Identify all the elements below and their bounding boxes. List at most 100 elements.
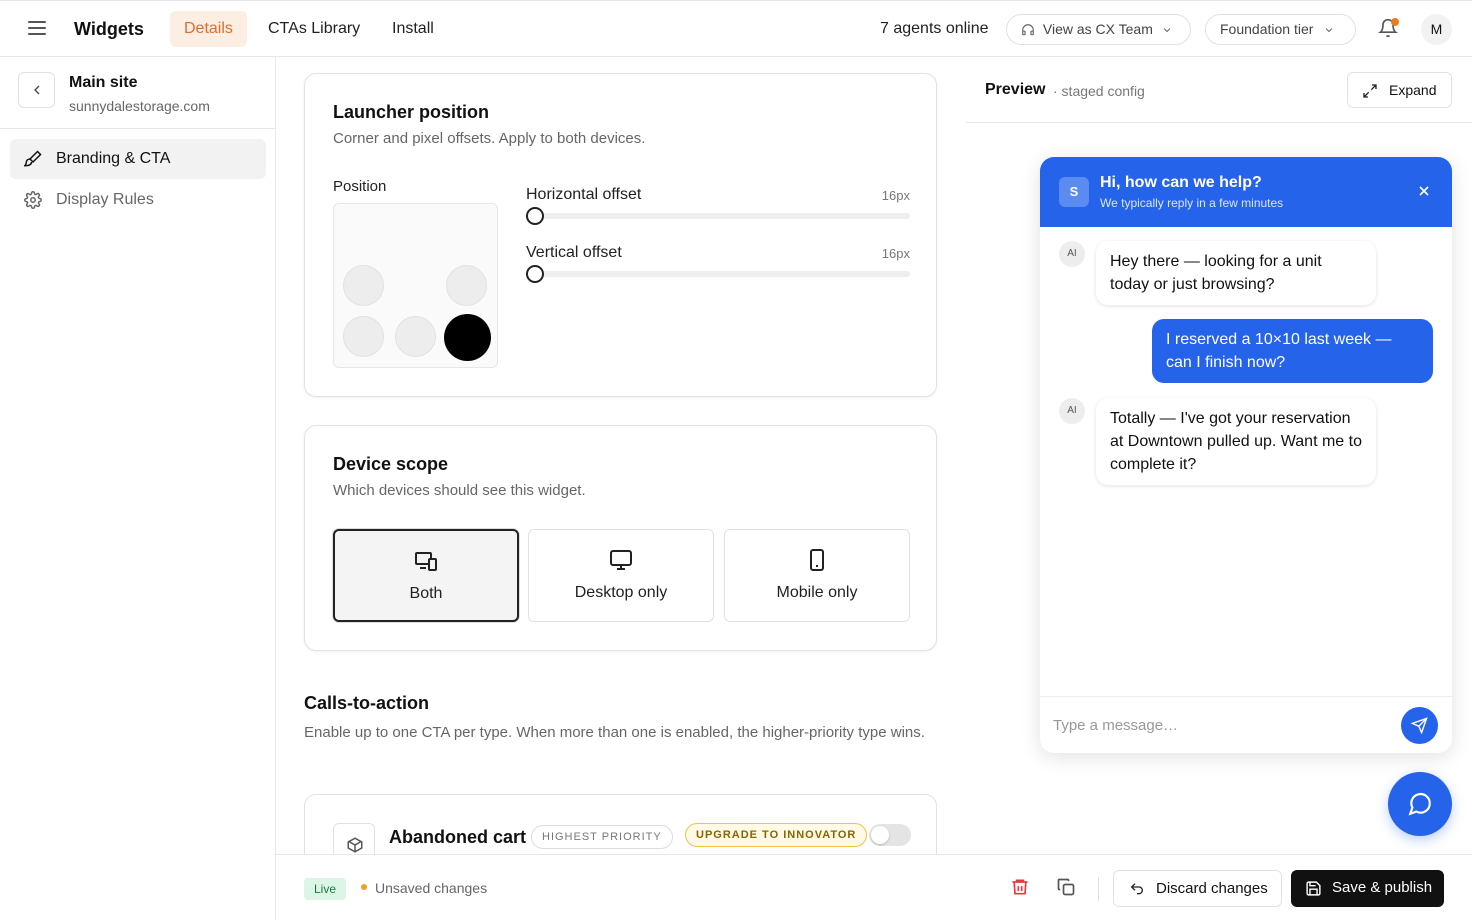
device-option-desktop[interactable]: Desktop only	[528, 529, 714, 622]
device-option-label: Desktop only	[574, 584, 668, 601]
view-as-dropdown[interactable]: View as CX Team	[1006, 14, 1191, 45]
site-header: Main site sunnydalestorage.com	[0, 57, 275, 129]
brush-icon	[24, 150, 42, 167]
device-option-both[interactable]: Both	[333, 529, 519, 622]
chat-message-input[interactable]	[1053, 713, 1383, 737]
expand-icon	[1363, 84, 1377, 98]
tier-dropdown[interactable]: Foundation tier	[1205, 14, 1356, 45]
copy-icon	[1057, 878, 1075, 896]
position-picker	[333, 203, 498, 368]
unsaved-dot	[361, 884, 367, 891]
avatar[interactable]: M	[1421, 14, 1452, 45]
unsaved-indicator: Unsaved changes	[361, 880, 487, 896]
phone-icon	[810, 549, 824, 571]
device-option-mobile[interactable]: Mobile only	[724, 529, 910, 622]
priority-badge: HIGHEST PRIORITY	[531, 825, 673, 849]
cta-name: Abandoned cart	[389, 827, 527, 847]
tier-label: Foundation tier	[1220, 21, 1314, 37]
gear-icon	[24, 191, 42, 209]
position-bottom-center[interactable]	[395, 316, 436, 357]
sidebar-item-display-rules[interactable]: Display Rules	[10, 180, 266, 220]
site-name: Main site	[69, 74, 138, 91]
chevron-down-icon	[1163, 28, 1171, 33]
device-scope-title: Device scope	[333, 454, 449, 474]
slider-thumb[interactable]	[526, 207, 544, 225]
box-icon	[347, 837, 363, 853]
cta-icon-container	[333, 823, 375, 854]
agents-online-status: 7 agents online	[880, 20, 989, 37]
vertical-offset-label: Vertical offset	[526, 244, 622, 261]
menu-icon[interactable]	[28, 21, 46, 37]
discard-label: Discard changes	[1156, 880, 1268, 897]
device-scope-card: Device scope Which devices should see th…	[304, 425, 937, 651]
chat-logo: S	[1059, 177, 1089, 207]
ai-badge: AI	[1059, 398, 1085, 424]
horizontal-offset-label: Horizontal offset	[526, 186, 642, 203]
slider-thumb[interactable]	[526, 265, 544, 283]
devices-icon	[415, 552, 437, 571]
cta-toggle[interactable]	[869, 824, 911, 846]
preview-panel: Preview · staged config Expand S Hi, how…	[966, 57, 1472, 854]
notification-dot	[1391, 18, 1399, 26]
sidebar: Main site sunnydalestorage.com Branding …	[0, 57, 276, 920]
chat-composer	[1040, 696, 1452, 753]
launcher-position-card: Launcher position Corner and pixel offse…	[304, 73, 937, 397]
send-button[interactable]	[1401, 707, 1438, 744]
preview-title: Preview	[985, 81, 1046, 98]
top-bar: Widgets Details CTAs Library Install 7 a…	[0, 0, 1472, 57]
main-content: Launcher position Corner and pixel offse…	[276, 57, 966, 854]
discard-changes-button[interactable]: Discard changes	[1113, 870, 1282, 907]
position-label: Position	[333, 178, 387, 195]
headset-icon	[1022, 24, 1034, 36]
device-option-label: Mobile only	[776, 584, 858, 601]
tab-ctas-library[interactable]: CTAs Library	[254, 11, 374, 47]
view-as-label: View as CX Team	[1042, 21, 1153, 37]
duplicate-button[interactable]	[1056, 877, 1078, 899]
expand-button[interactable]: Expand	[1347, 72, 1452, 108]
upgrade-badge[interactable]: UPGRADE TO INNOVATOR	[685, 823, 868, 847]
undo-icon	[1130, 883, 1143, 895]
send-icon	[1411, 717, 1428, 734]
notifications-button[interactable]	[1377, 18, 1400, 40]
position-middle-left[interactable]	[343, 265, 384, 306]
device-option-label: Both	[409, 585, 443, 602]
back-button[interactable]	[18, 72, 55, 108]
save-icon	[1306, 881, 1321, 896]
monitor-icon	[610, 550, 632, 570]
chat-subtitle: We typically reply in a few minutes	[1100, 196, 1284, 210]
slider-track[interactable]	[526, 213, 910, 219]
launcher-title: Launcher position	[333, 102, 490, 122]
trash-icon	[1012, 879, 1028, 895]
preview-header: Preview · staged config Expand	[966, 57, 1472, 123]
chevron-down-icon	[1325, 28, 1333, 33]
tab-details[interactable]: Details	[170, 11, 247, 47]
divider	[1098, 877, 1099, 901]
ctas-subtitle: Enable up to one CTA per type. When more…	[304, 724, 925, 741]
chat-message-bot: Hey there — looking for a unit today or …	[1096, 241, 1376, 305]
delete-button[interactable]	[1010, 877, 1032, 899]
chat-header: S Hi, how can we help? We typically repl…	[1040, 157, 1452, 227]
chat-widget: S Hi, how can we help? We typically repl…	[1040, 157, 1452, 753]
chat-title: Hi, how can we help?	[1100, 174, 1262, 191]
horizontal-offset-value: 16px	[881, 188, 910, 203]
close-icon[interactable]	[1416, 183, 1432, 199]
tab-install[interactable]: Install	[378, 11, 448, 47]
position-bottom-right[interactable]	[444, 314, 491, 361]
sidebar-item-label: Display Rules	[56, 191, 154, 208]
position-bottom-left[interactable]	[343, 316, 384, 357]
ai-badge: AI	[1059, 241, 1085, 267]
slider-track[interactable]	[526, 271, 910, 277]
position-middle-right[interactable]	[446, 265, 487, 306]
sidebar-item-branding-cta[interactable]: Branding & CTA	[10, 139, 266, 179]
toggle-knob	[871, 826, 889, 844]
chat-launcher-button[interactable]	[1388, 772, 1452, 836]
vertical-offset-value: 16px	[881, 246, 910, 261]
expand-label: Expand	[1389, 82, 1437, 98]
save-publish-button[interactable]: Save & publish	[1291, 870, 1444, 907]
device-scope-subtitle: Which devices should see this widget.	[333, 482, 586, 499]
footer-action-bar: Live Unsaved changes Discard changes Sav…	[276, 854, 1472, 920]
unsaved-label: Unsaved changes	[375, 880, 488, 896]
ctas-title: Calls-to-action	[304, 693, 430, 713]
status-badge: Live	[304, 878, 347, 900]
site-domain: sunnydalestorage.com	[69, 98, 210, 114]
